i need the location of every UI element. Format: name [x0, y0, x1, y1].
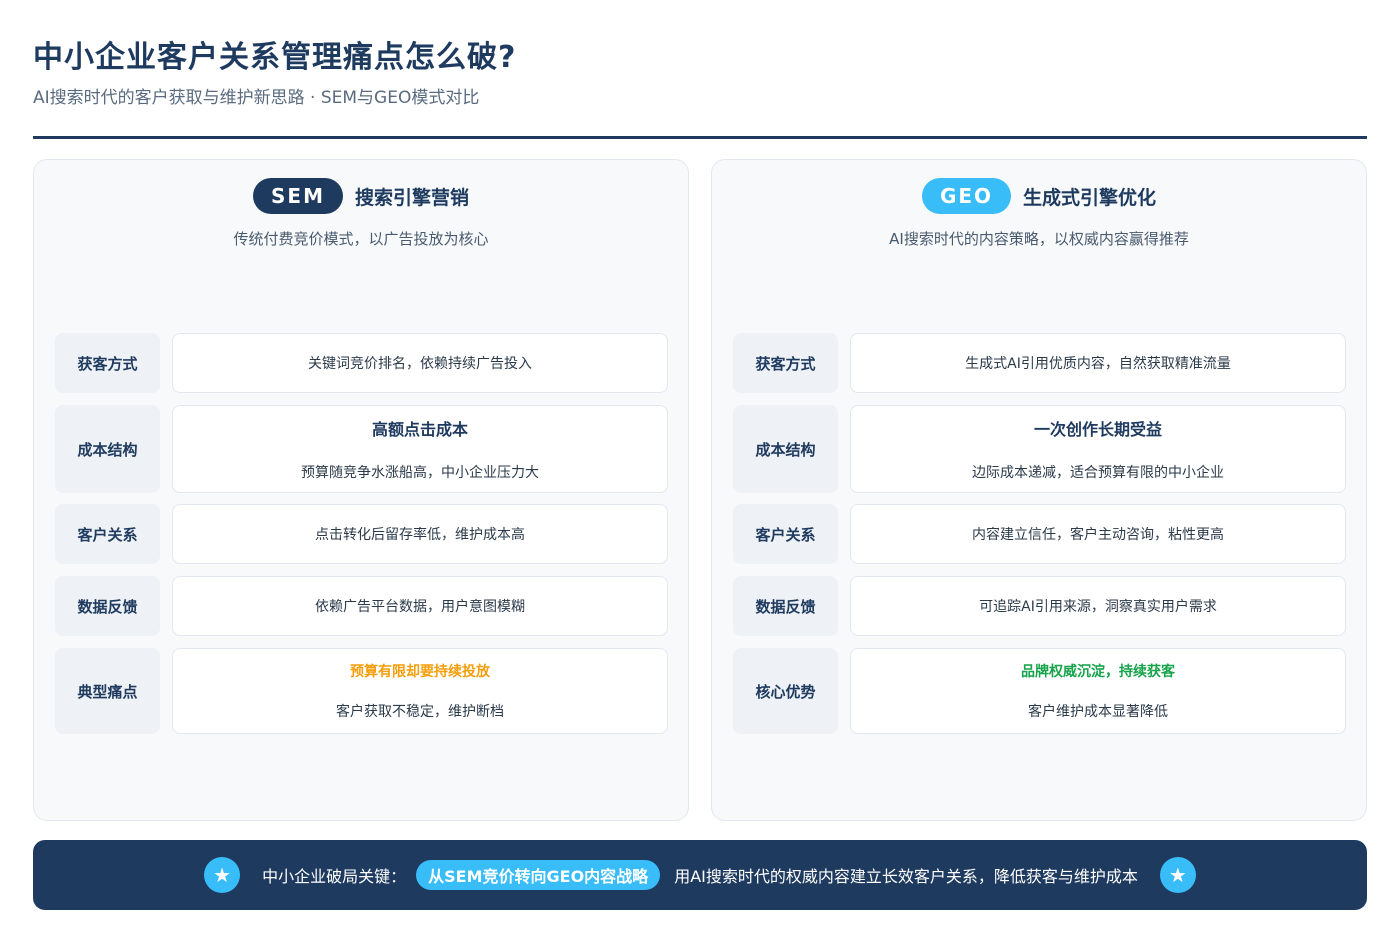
- row-value: 生成式AI引用优质内容，自然获取精准流量: [850, 333, 1346, 393]
- page-header: 中小企业客户关系管理痛点怎么破? AI搜索时代的客户获取与维护新思路 · SEM…: [33, 38, 1367, 110]
- sem-panel: SEM 搜索引擎营销 传统付费竞价模式，以广告投放为核心 获客方式 关键词竞价排…: [33, 159, 689, 821]
- row-headline: 高额点击成本: [371, 420, 468, 439]
- row-label: 数据反馈: [55, 576, 160, 636]
- sem-row-acquisition: 获客方式 关键词竞价排名，依赖持续广告投入: [55, 333, 668, 393]
- row-text: 关键词竞价排名，依赖持续广告投入: [308, 356, 532, 372]
- star-icon: ★: [204, 857, 241, 893]
- sem-badge: SEM: [253, 178, 343, 214]
- geo-panel-title: 生成式引擎优化: [1023, 186, 1157, 209]
- row-value: 可追踪AI引用来源，洞察真实用户需求: [850, 576, 1346, 636]
- geo-row-advantage: 核心优势 品牌权威沉淀，持续获客 客户维护成本显著降低: [733, 648, 1346, 734]
- row-value: 关键词竞价排名，依赖持续广告投入: [172, 333, 668, 393]
- row-text: 客户获取不稳定，维护断档: [336, 704, 504, 720]
- row-text: 生成式AI引用优质内容，自然获取精准流量: [965, 356, 1231, 372]
- row-value: 品牌权威沉淀，持续获客 客户维护成本显著降低: [850, 648, 1346, 734]
- geo-panel-header: GEO 生成式引擎优化: [712, 178, 1366, 214]
- row-label: 成本结构: [55, 405, 160, 493]
- row-value: 点击转化后留存率低，维护成本高: [172, 504, 668, 564]
- row-value: 高额点击成本 预算随竞争水涨船高，中小企业压力大: [172, 405, 668, 493]
- geo-row-relationship: 客户关系 内容建立信任，客户主动咨询，粘性更高: [733, 504, 1346, 564]
- footer-lead: 中小企业破局关键：: [262, 867, 407, 886]
- page-title: 中小企业客户关系管理痛点怎么破?: [33, 40, 517, 75]
- row-value: 预算有限却要持续投放 客户获取不稳定，维护断档: [172, 648, 668, 734]
- row-value: 一次创作长期受益 边际成本递减，适合预算有限的中小企业: [850, 405, 1346, 493]
- row-text: 预算随竞争水涨船高，中小企业压力大: [301, 465, 539, 481]
- row-headline-success: 品牌权威沉淀，持续获客: [1021, 664, 1175, 680]
- row-text: 点击转化后留存率低，维护成本高: [315, 527, 525, 543]
- row-text: 边际成本递减，适合预算有限的中小企业: [972, 465, 1224, 481]
- row-label: 客户关系: [55, 504, 160, 564]
- geo-row-cost: 成本结构 一次创作长期受益 边际成本递减，适合预算有限的中小企业: [733, 405, 1346, 493]
- row-text: 内容建立信任，客户主动咨询，粘性更高: [972, 527, 1224, 543]
- sem-row-feedback: 数据反馈 依赖广告平台数据，用户意图模糊: [55, 576, 668, 636]
- sem-row-cost: 成本结构 高额点击成本 预算随竞争水涨船高，中小企业压力大: [55, 405, 668, 493]
- geo-badge: GEO: [921, 178, 1012, 214]
- geo-panel: GEO 生成式引擎优化 AI搜索时代的内容策略，以权威内容赢得推荐 获客方式 生…: [711, 159, 1367, 821]
- sem-panel-description: 传统付费竞价模式，以广告投放为核心: [233, 230, 489, 248]
- geo-row-acquisition: 获客方式 生成式AI引用优质内容，自然获取精准流量: [733, 333, 1346, 393]
- row-label: 成本结构: [733, 405, 838, 493]
- sem-row-relationship: 客户关系 点击转化后留存率低，维护成本高: [55, 504, 668, 564]
- row-label: 客户关系: [733, 504, 838, 564]
- row-text: 可追踪AI引用来源，洞察真实用户需求: [979, 599, 1217, 615]
- sem-row-pain-point: 典型痛点 预算有限却要持续投放 客户获取不稳定，维护断档: [55, 648, 668, 734]
- sem-panel-header: SEM 搜索引擎营销: [34, 178, 688, 214]
- row-label: 数据反馈: [733, 576, 838, 636]
- row-label: 获客方式: [733, 333, 838, 393]
- star-icon: ★: [1159, 857, 1196, 893]
- geo-panel-description: AI搜索时代的内容策略，以权威内容赢得推荐: [889, 230, 1189, 248]
- row-value: 依赖广告平台数据，用户意图模糊: [172, 576, 668, 636]
- row-text: 客户维护成本显著降低: [1028, 704, 1168, 720]
- row-label: 核心优势: [733, 648, 838, 734]
- footer-highlight: 从SEM竞价转向GEO内容战略: [416, 860, 661, 890]
- row-text: 依赖广告平台数据，用户意图模糊: [315, 599, 525, 615]
- row-label: 获客方式: [55, 333, 160, 393]
- row-label: 典型痛点: [55, 648, 160, 734]
- header-divider: [33, 136, 1367, 139]
- row-headline-warning: 预算有限却要持续投放: [350, 664, 490, 680]
- page-subtitle: AI搜索时代的客户获取与维护新思路 · SEM与GEO模式对比: [33, 88, 480, 108]
- geo-row-feedback: 数据反馈 可追踪AI引用来源，洞察真实用户需求: [733, 576, 1346, 636]
- sem-panel-title: 搜索引擎营销: [354, 186, 469, 209]
- footer-banner: ★ 中小企业破局关键： 从SEM竞价转向GEO内容战略 用AI搜索时代的权威内容…: [33, 840, 1367, 910]
- footer-tail: 用AI搜索时代的权威内容建立长效客户关系，降低获客与维护成本: [674, 867, 1138, 886]
- row-value: 内容建立信任，客户主动咨询，粘性更高: [850, 504, 1346, 564]
- row-headline: 一次创作长期受益: [1033, 420, 1162, 439]
